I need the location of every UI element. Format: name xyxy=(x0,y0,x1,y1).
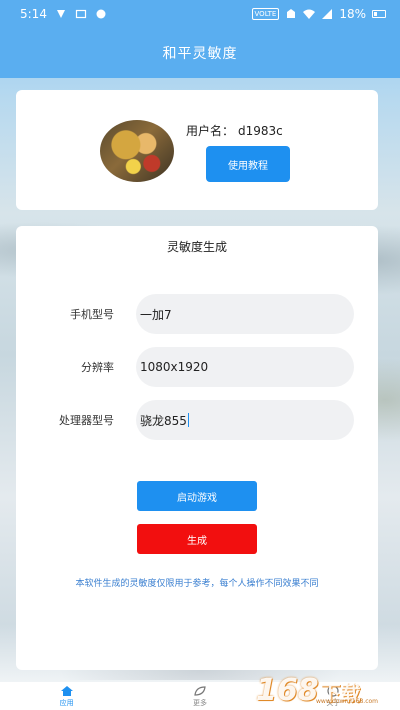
battery-percent: 18% xyxy=(339,7,366,21)
watermark-url: www.down.i168.com xyxy=(316,698,379,705)
page-title: 和平灵敏度 xyxy=(162,46,238,62)
avatar xyxy=(100,120,174,182)
phone-model-value: 一加7 xyxy=(140,307,172,322)
signal-icon xyxy=(322,9,333,19)
resolution-input[interactable]: 1080x1920 xyxy=(136,347,354,387)
phone-model-label: 手机型号 xyxy=(70,308,114,321)
resolution-row: 分辨率 1080x1920 xyxy=(16,347,378,387)
tutorial-button[interactable]: 使用教程 xyxy=(206,146,290,182)
battery-icon xyxy=(372,10,386,18)
status-time: 5:14 xyxy=(20,7,47,21)
start-game-button[interactable]: 启动游戏 xyxy=(137,481,257,511)
processor-label: 处理器型号 xyxy=(59,414,114,427)
username-row: 用户名： d1983c xyxy=(186,122,283,139)
sensitivity-generator-card: 灵敏度生成 手机型号 一加7 分辨率 1080x1920 处理器型号 骁龙855… xyxy=(16,226,378,670)
processor-input[interactable]: 骁龙855 xyxy=(136,400,354,440)
nav-label-more: 更多 xyxy=(192,698,207,707)
status-right: VOLTE 18% xyxy=(251,7,386,21)
alarm-icon xyxy=(287,9,296,18)
app-title-bar: 和平灵敏度 xyxy=(0,28,400,78)
phone-model-input[interactable]: 一加7 xyxy=(136,294,354,334)
home-icon xyxy=(60,685,73,696)
watermark-number: 168 xyxy=(256,673,319,708)
site-watermark: 168 下载 www.down.i168.com xyxy=(256,664,396,706)
chat-icon xyxy=(96,9,106,19)
volte-badge: VOLTE xyxy=(251,8,280,20)
username-value: d1983c xyxy=(238,124,283,138)
processor-row: 处理器型号 骁龙855 xyxy=(16,400,378,440)
generator-title: 灵敏度生成 xyxy=(166,240,227,254)
app-screen: 5:14 VOLTE 18% 和平灵敏度 用户名： d1983c 使用教程 灵敏… xyxy=(0,0,400,710)
leaf-icon xyxy=(194,685,206,696)
message-icon xyxy=(75,9,87,19)
phone-model-row: 手机型号 一加7 xyxy=(16,294,378,334)
wifi-icon xyxy=(303,9,316,19)
processor-value: 骁龙855 xyxy=(140,413,187,428)
generate-button[interactable]: 生成 xyxy=(137,524,257,554)
resolution-label: 分辨率 xyxy=(81,361,114,374)
disclaimer-text: 本软件生成的灵敏度仅限用于参考，每个人操作不同效果不同 xyxy=(75,579,319,589)
nav-item-apps[interactable]: 应用 xyxy=(0,682,133,710)
text-caret xyxy=(187,413,189,427)
nav-item-more[interactable]: 更多 xyxy=(133,682,266,710)
user-card: 用户名： d1983c 使用教程 xyxy=(16,90,378,210)
status-left: 5:14 xyxy=(20,7,107,21)
status-bar: 5:14 VOLTE 18% xyxy=(0,0,400,28)
app-notification-icon xyxy=(56,10,65,18)
username-label: 用户名： xyxy=(186,124,235,138)
nav-label-apps: 应用 xyxy=(59,698,74,707)
resolution-value: 1080x1920 xyxy=(140,360,209,374)
